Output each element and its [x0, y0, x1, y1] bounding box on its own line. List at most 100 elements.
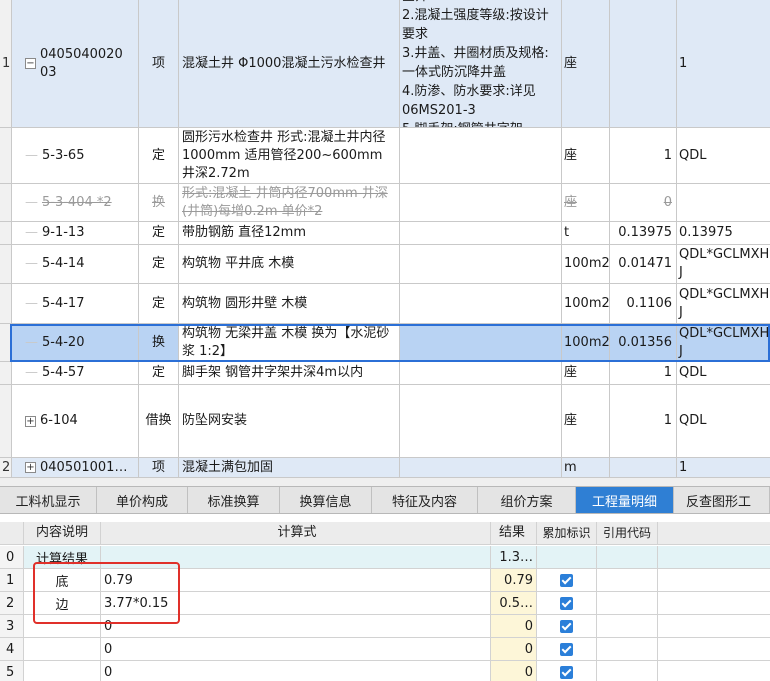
col-header-result[interactable]: 结果: [491, 522, 537, 544]
flag-cell[interactable]: [537, 592, 597, 614]
feature-cell[interactable]: [400, 284, 562, 323]
tab-reverse-lookup[interactable]: 反查图形工: [674, 487, 770, 513]
expr-cell[interactable]: 0: [101, 615, 491, 637]
desc-cell[interactable]: [24, 661, 101, 681]
desc-cell[interactable]: 底: [24, 569, 101, 591]
name-cell[interactable]: 构筑物 无梁井盖 木模 换为【水泥砂浆 1:2】: [179, 324, 400, 361]
expr-cell[interactable]: QDL: [677, 128, 770, 183]
tab-conversion-info[interactable]: 换算信息: [280, 487, 372, 513]
flag-cell[interactable]: [537, 638, 597, 660]
feature-cell[interactable]: 查井 2.混凝土强度等级:按设计要求 3.井盖、井圈材质及规格:一体式防沉降井盖…: [400, 0, 562, 127]
detail-row[interactable]: 5 0 0: [0, 661, 770, 681]
col-header-flag[interactable]: 累加标识: [537, 522, 597, 544]
expr-cell[interactable]: [101, 546, 491, 568]
tab-quantity-detail[interactable]: 工程量明细: [576, 487, 674, 513]
code-cell[interactable]: —5-3-404 *2: [21, 184, 139, 221]
collapse-icon[interactable]: −: [25, 58, 36, 69]
code-cell[interactable]: —5-3-65: [21, 128, 139, 183]
desc-cell[interactable]: [24, 615, 101, 637]
feature-cell[interactable]: [400, 362, 562, 384]
feature-cell[interactable]: [400, 385, 562, 457]
expr-cell[interactable]: 3.77*0.15: [101, 592, 491, 614]
name-cell[interactable]: 混凝土满包加固: [179, 458, 400, 477]
tab-standard-conversion[interactable]: 标准换算: [188, 487, 280, 513]
desc-cell[interactable]: 计算结果: [24, 546, 101, 568]
qty-cell[interactable]: 1: [610, 362, 677, 384]
checkbox-checked-icon[interactable]: [560, 642, 573, 656]
expand-icon[interactable]: +: [25, 415, 36, 427]
qty-cell[interactable]: [610, 0, 677, 127]
detail-row[interactable]: 2 边 3.77*0.15 0.5…: [0, 592, 770, 615]
qty-cell[interactable]: 1: [610, 385, 677, 457]
qty-cell[interactable]: 0.13975: [610, 222, 677, 244]
name-cell[interactable]: 构筑物 圆形井壁 木模: [179, 284, 400, 323]
ref-cell[interactable]: [597, 546, 658, 568]
quota-row-selected[interactable]: —5-4-20 换 构筑物 无梁井盖 木模 换为【水泥砂浆 1:2】 100m2…: [0, 324, 770, 362]
detail-row[interactable]: 0 计算结果 1.3…: [0, 546, 770, 569]
code-cell[interactable]: −040504002003: [21, 0, 139, 127]
code-cell[interactable]: —5-4-57: [21, 362, 139, 384]
code-cell[interactable]: +6-104: [21, 385, 139, 457]
flag-cell[interactable]: [537, 569, 597, 591]
detail-row[interactable]: 1 底 0.79 0.79: [0, 569, 770, 592]
qty-cell[interactable]: 1: [610, 128, 677, 183]
expr-cell[interactable]: 1: [677, 0, 770, 127]
expr-cell[interactable]: QDL*GCLMXHJ: [677, 324, 770, 361]
qty-cell[interactable]: [610, 458, 677, 477]
name-cell[interactable]: 圆形污水检查井 形式:混凝土井内径1000mm 适用管径200~600mm 井深…: [179, 128, 400, 183]
feature-cell[interactable]: [400, 128, 562, 183]
tab-features[interactable]: 特征及内容: [372, 487, 478, 513]
checkbox-checked-icon[interactable]: [560, 596, 573, 610]
feature-cell[interactable]: [400, 245, 562, 283]
col-header-desc[interactable]: 内容说明: [24, 522, 101, 544]
list-item-row[interactable]: 2 +040501001… 项 混凝土满包加固 m 1: [0, 458, 770, 478]
ref-cell[interactable]: [597, 592, 658, 614]
ref-cell[interactable]: [597, 661, 658, 681]
qty-cell[interactable]: 0.01471: [610, 245, 677, 283]
expr-cell[interactable]: 0.13975: [677, 222, 770, 244]
checkbox-checked-icon[interactable]: [560, 573, 573, 587]
code-cell[interactable]: —5-4-20: [21, 324, 139, 361]
detail-row[interactable]: 3 0 0: [0, 615, 770, 638]
feature-cell[interactable]: [400, 222, 562, 244]
qty-cell[interactable]: 0.01356: [610, 324, 677, 361]
expr-cell[interactable]: [677, 184, 770, 221]
quota-row[interactable]: —5-4-57 定 脚手架 钢管井字架井深4m以内 座 1 QDL: [0, 362, 770, 385]
col-header-ref[interactable]: 引用代码: [597, 522, 658, 544]
expr-cell[interactable]: 1: [677, 458, 770, 477]
checkbox-checked-icon[interactable]: [560, 665, 573, 679]
expand-icon[interactable]: +: [25, 462, 36, 473]
list-item-row[interactable]: 1 −040504002003 项 混凝土井 Φ1000混凝土污水检查井 查井 …: [0, 0, 770, 128]
tab-pricing-plan[interactable]: 组价方案: [478, 487, 576, 513]
code-cell[interactable]: —5-4-17: [21, 284, 139, 323]
name-cell[interactable]: 形式:混凝土 井筒内径700mm 井深(井筒)每增0.2m 单价*2: [179, 184, 400, 221]
code-cell[interactable]: +040501001…: [21, 458, 139, 477]
code-cell[interactable]: —5-4-14: [21, 245, 139, 283]
expr-cell[interactable]: QDL*GCLMXHJ: [677, 245, 770, 283]
name-cell[interactable]: 防坠网安装: [179, 385, 400, 457]
feature-cell[interactable]: [400, 458, 562, 477]
quota-row[interactable]: —9-1-13 定 带肋钢筋 直径12mm t 0.13975 0.13975: [0, 222, 770, 245]
name-cell[interactable]: 构筑物 平井底 木模: [179, 245, 400, 283]
name-cell[interactable]: 带肋钢筋 直径12mm: [179, 222, 400, 244]
ref-cell[interactable]: [597, 615, 658, 637]
expr-cell[interactable]: QDL: [677, 362, 770, 384]
splitter[interactable]: [0, 478, 770, 486]
expr-cell[interactable]: QDL*GCLMXHJ: [677, 284, 770, 323]
quota-row[interactable]: +6-104 借换 防坠网安装 座 1 QDL: [0, 385, 770, 458]
tab-unit-price[interactable]: 单价构成: [97, 487, 188, 513]
expr-cell[interactable]: QDL: [677, 385, 770, 457]
qty-cell[interactable]: 0: [610, 184, 677, 221]
ref-cell[interactable]: [597, 638, 658, 660]
expr-cell[interactable]: 0.79: [101, 569, 491, 591]
checkbox-checked-icon[interactable]: [560, 619, 573, 633]
feature-cell[interactable]: [400, 324, 562, 361]
quota-row[interactable]: —5-4-17 定 构筑物 圆形井壁 木模 100m2 0.1106 QDL*G…: [0, 284, 770, 324]
flag-cell[interactable]: [537, 661, 597, 681]
ref-cell[interactable]: [597, 569, 658, 591]
name-cell[interactable]: 脚手架 钢管井字架井深4m以内: [179, 362, 400, 384]
desc-cell[interactable]: [24, 638, 101, 660]
tab-material[interactable]: 工料机显示: [0, 487, 97, 513]
expr-cell[interactable]: 0: [101, 638, 491, 660]
feature-cell[interactable]: [400, 184, 562, 221]
